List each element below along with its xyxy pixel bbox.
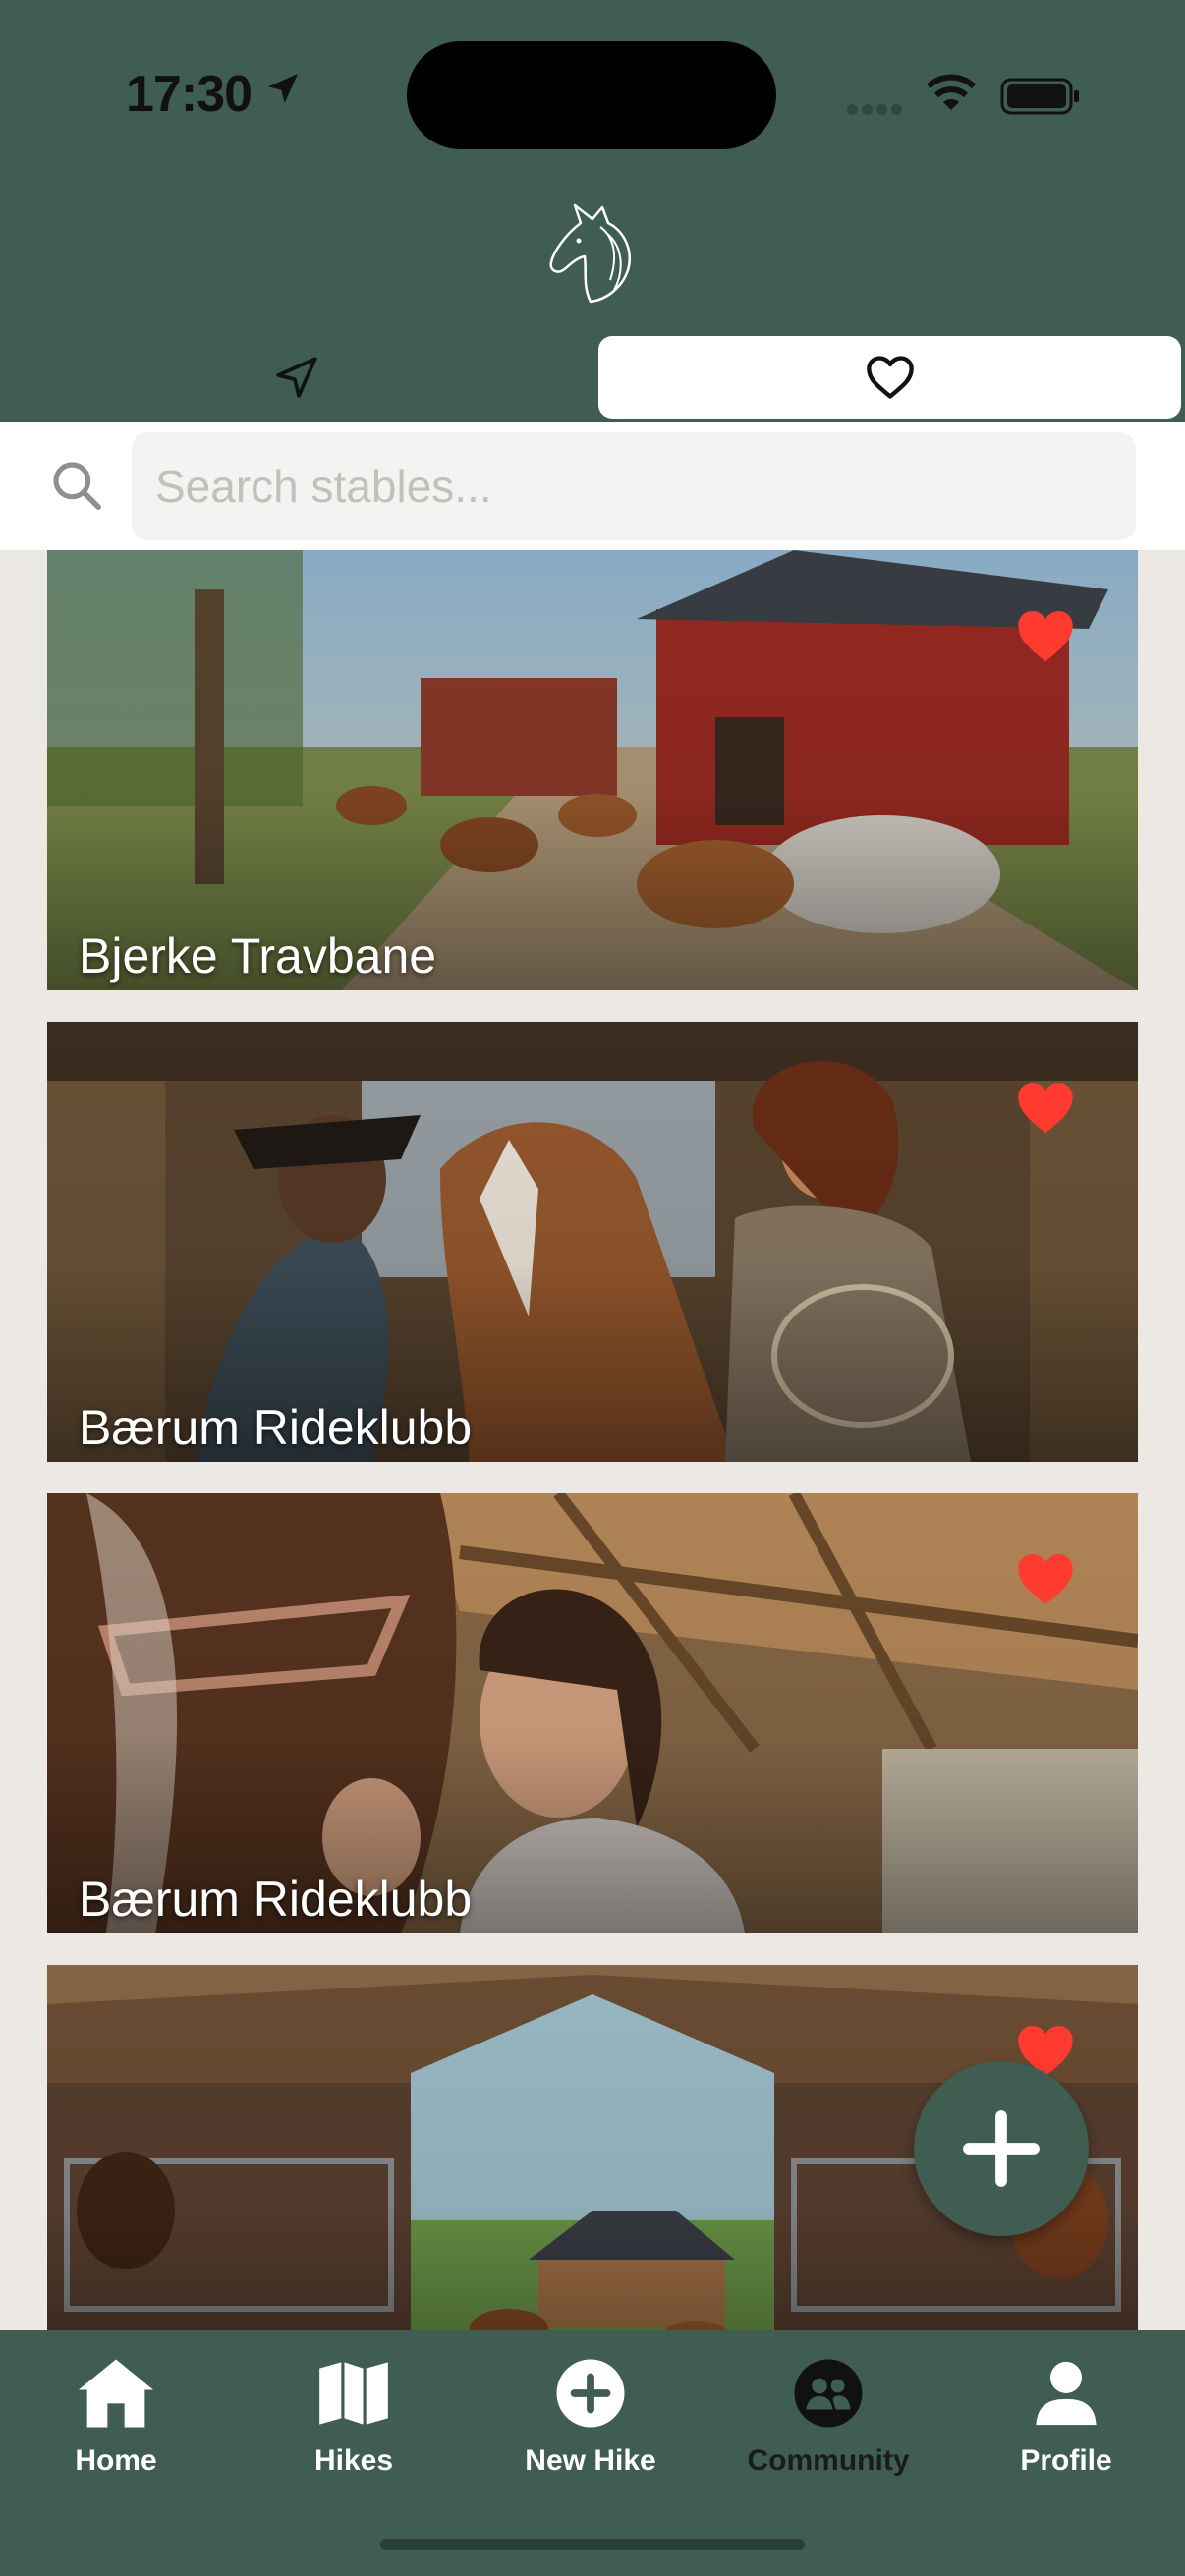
search-icon: [53, 462, 101, 510]
person-icon: [1036, 2361, 1097, 2426]
stable-name: Bærum Rideklubb: [79, 1872, 473, 1927]
location-services-icon: [268, 74, 298, 103]
search-bar: [0, 422, 1185, 550]
stable-name: Bærum Rideklubb: [79, 1400, 473, 1455]
heart-outline-icon: [866, 356, 914, 399]
photo-overlay: [47, 550, 1138, 990]
view-mode-segmented-control: [4, 332, 1181, 422]
tab-hikes[interactable]: Hikes: [246, 2348, 462, 2495]
search-field: [132, 432, 1136, 540]
plus-circle-icon: [556, 2359, 625, 2428]
wifi-icon: [926, 74, 977, 110]
home-indicator: [380, 2539, 805, 2550]
plus-icon: [963, 2110, 1040, 2187]
tab-new-hike[interactable]: New Hike: [482, 2348, 699, 2495]
cellular-signal-icon: [847, 102, 906, 120]
add-stable-button[interactable]: [914, 2061, 1089, 2236]
tab-home[interactable]: Home: [8, 2348, 224, 2495]
status-time: 17:30: [126, 66, 253, 123]
tab-profile[interactable]: Profile: [958, 2348, 1174, 2495]
tab-label: Hikes: [313, 2444, 394, 2477]
favorite-heart-icon[interactable]: [1014, 1550, 1077, 1607]
tab-community[interactable]: Community: [720, 2348, 936, 2495]
dynamic-island: [407, 41, 776, 149]
tab-label: New Hike: [525, 2444, 656, 2477]
location-arrow-icon: [276, 357, 317, 398]
tab-label: Community: [747, 2444, 910, 2477]
favorite-heart-icon[interactable]: [1014, 607, 1077, 664]
stable-card[interactable]: Bærum Rideklubb: [47, 1022, 1138, 1462]
horse-head-icon: [549, 203, 631, 304]
photo-overlay: [47, 1022, 1138, 1462]
stable-name: Bjerke Travbane: [79, 928, 437, 983]
tab-label: Profile: [1020, 2444, 1112, 2477]
search-input[interactable]: [132, 432, 1136, 540]
battery-icon: [1000, 78, 1079, 115]
tab-label: Home: [75, 2444, 157, 2477]
map-icon: [319, 2362, 388, 2425]
favorite-heart-icon[interactable]: [1014, 1079, 1077, 1136]
header-area: 17:30: [0, 0, 1185, 422]
home-icon: [79, 2359, 153, 2428]
community-icon: [794, 2359, 863, 2428]
stable-card[interactable]: Bærum Rideklubb: [47, 1493, 1138, 1933]
photo-overlay: [47, 1493, 1138, 1933]
favorites-segment[interactable]: [598, 336, 1181, 419]
nearby-segment[interactable]: [4, 336, 590, 419]
stable-card[interactable]: Bjerke Travbane: [47, 550, 1138, 990]
